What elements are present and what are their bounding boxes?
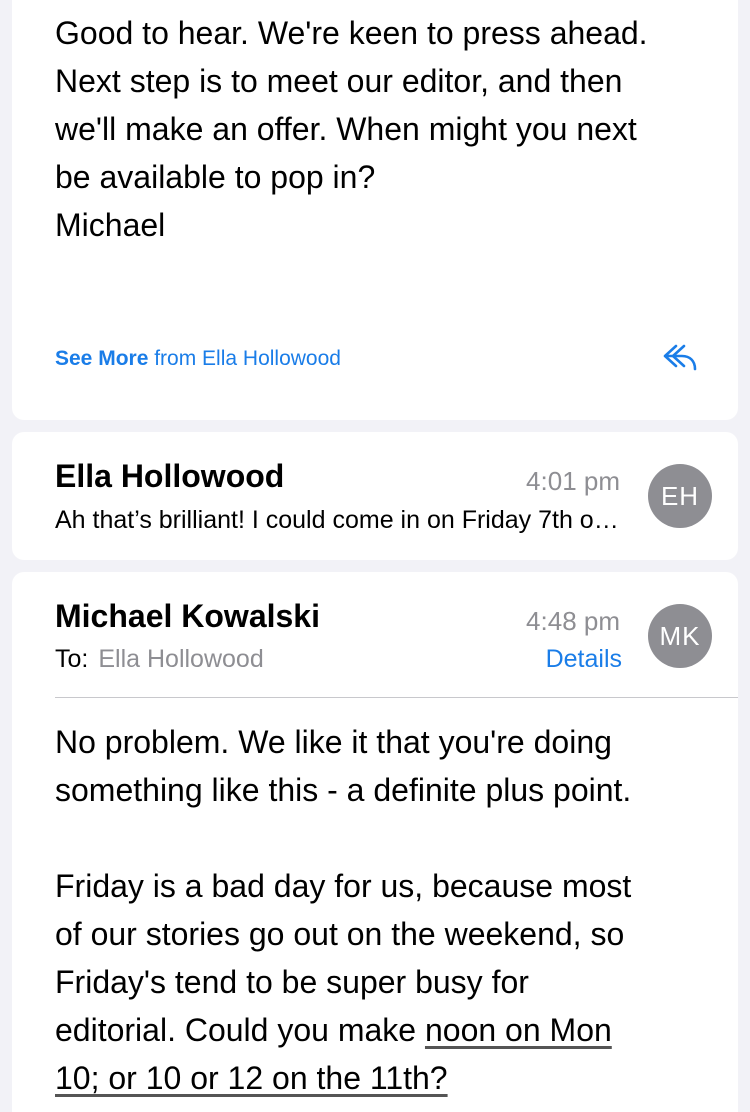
- message-time: 4:01 pm: [526, 466, 620, 496]
- see-more-link[interactable]: See More from Ella Hollowood: [55, 347, 341, 371]
- message-body-text: No problem. We like it that you're doing…: [55, 724, 632, 1048]
- recipient-name[interactable]: Ella Hollowood: [98, 645, 263, 673]
- avatar[interactable]: EH: [648, 464, 712, 528]
- message-card-michael-expanded: Michael Kowalski 4:48 pm MK To: Ella Holl…: [12, 572, 738, 1112]
- message-card-ella-collapsed[interactable]: Ella Hollowood 4:01 pm EH Ah that’s bril…: [12, 432, 738, 560]
- message-time: 4:48 pm: [526, 606, 620, 636]
- see-more-label[interactable]: See More: [55, 347, 148, 370]
- header-divider: [55, 697, 738, 698]
- message-body: Good to hear. We're keen to press ahead.…: [55, 15, 648, 243]
- avatar[interactable]: MK: [648, 604, 712, 668]
- to-label: To:: [55, 645, 89, 673]
- details-button[interactable]: Details: [546, 645, 622, 674]
- reply-icon[interactable]: [662, 342, 698, 372]
- sender-name: Michael Kowalski: [55, 598, 320, 634]
- recipient-line: To: Ella Hollowood: [55, 645, 264, 674]
- see-more-from[interactable]: from Ella Hollowood: [154, 347, 341, 370]
- message-preview: Ah that’s brilliant! I could come in on …: [55, 506, 621, 534]
- message-body: No problem. We like it that you're doing…: [55, 718, 715, 1102]
- sender-name: Ella Hollowood: [55, 458, 285, 494]
- message-card-michael-previous: Good to hear. We're keen to press ahead.…: [12, 0, 738, 420]
